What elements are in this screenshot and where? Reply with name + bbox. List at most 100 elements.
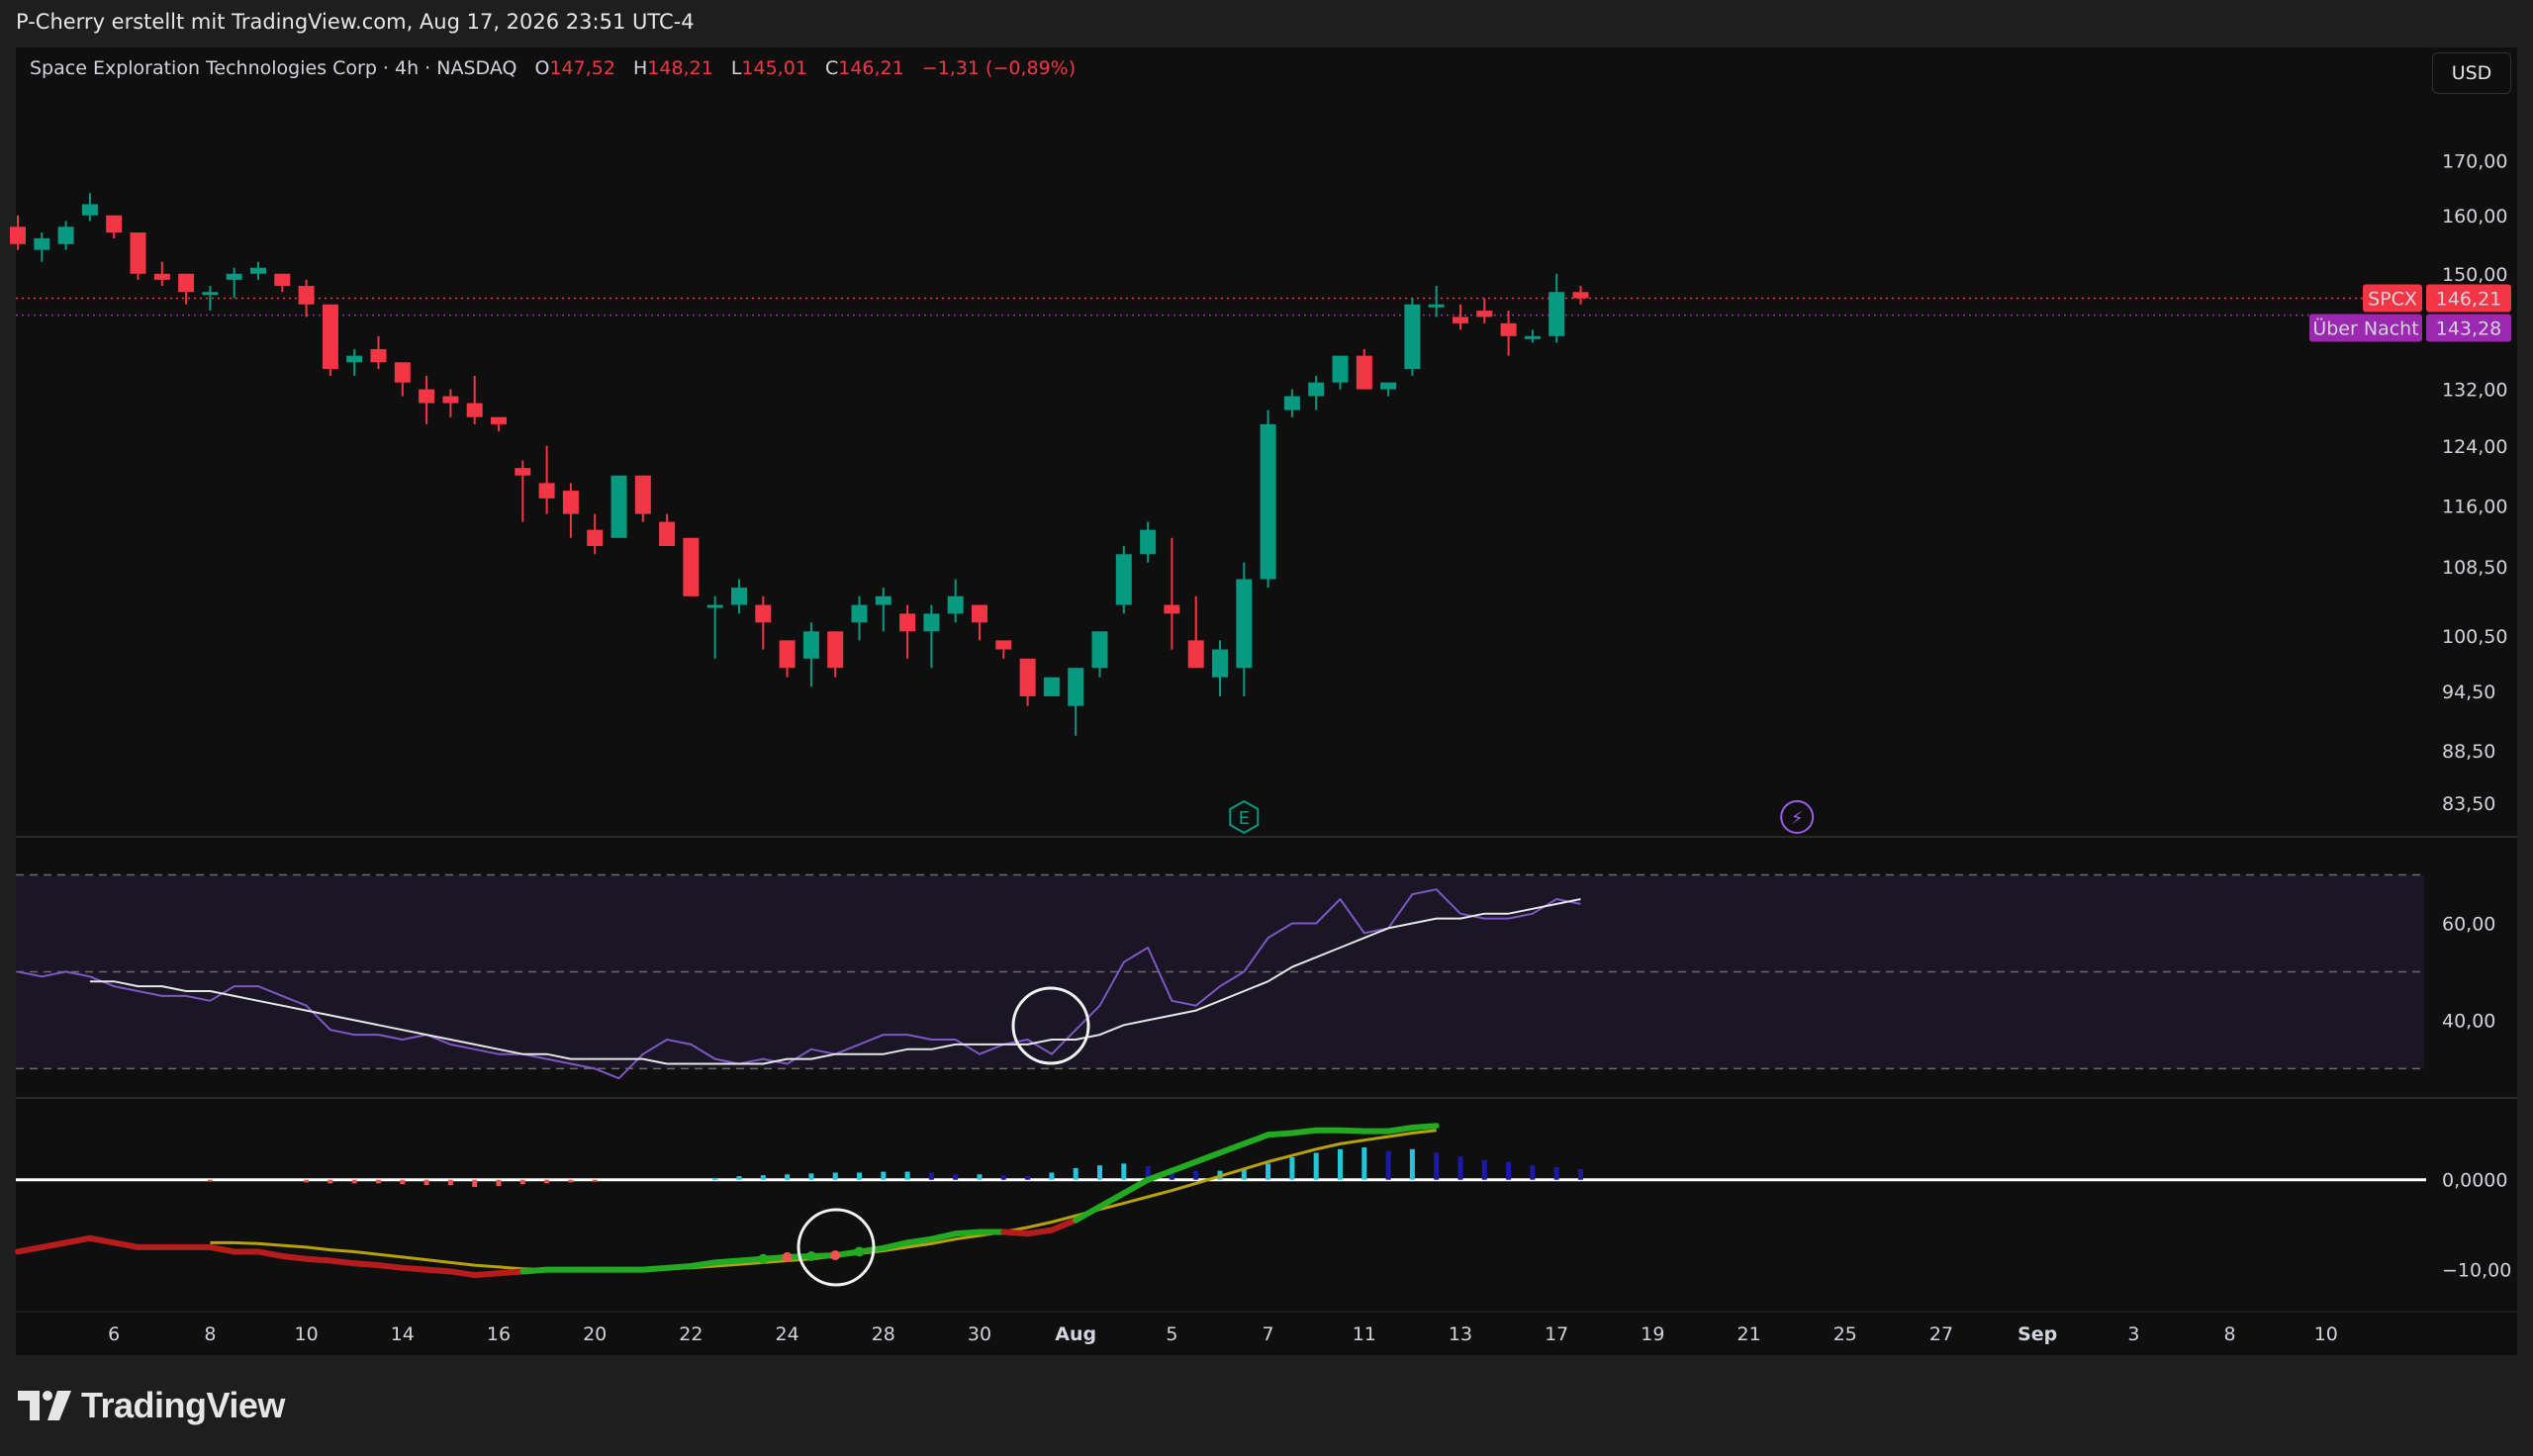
candle-body xyxy=(1043,677,1060,696)
candle-body xyxy=(683,537,700,596)
candle-body xyxy=(370,348,387,363)
macd-histogram-bar xyxy=(1434,1152,1440,1180)
candle-body xyxy=(274,273,291,287)
price-tick-label: 170,00 xyxy=(2442,150,2507,172)
macd-histogram-bar xyxy=(1289,1157,1295,1180)
macd-histogram-bar xyxy=(1578,1168,1583,1180)
macd-histogram-bar xyxy=(304,1179,310,1183)
overnight-tag-label: Über Nacht xyxy=(2312,317,2418,339)
candle-body xyxy=(659,521,676,546)
price-tick-label: 132,00 xyxy=(2442,380,2507,402)
candle-body xyxy=(419,389,435,404)
macd-tick-label: 0,0000 xyxy=(2442,1170,2507,1192)
macd-histogram-bar xyxy=(1193,1170,1199,1180)
time-tick-label: 8 xyxy=(204,1323,216,1345)
macd-histogram-bar xyxy=(928,1172,934,1180)
macd-histogram-bar xyxy=(376,1179,381,1184)
time-tick-label: 5 xyxy=(1166,1323,1177,1345)
earnings-icon: E xyxy=(1229,799,1260,835)
candle-body xyxy=(1572,292,1589,299)
bottom-bar xyxy=(0,1355,2533,1456)
candle-body xyxy=(34,237,50,250)
candle-body xyxy=(538,483,555,499)
macd-line-segment xyxy=(496,1268,526,1277)
candle-body xyxy=(875,595,891,605)
time-tick-label: 10 xyxy=(295,1323,319,1345)
candle-body xyxy=(731,588,747,605)
macd-line-segment xyxy=(375,1262,406,1271)
time-tick-label: Sep xyxy=(2017,1323,2057,1345)
currency-button[interactable]: USD xyxy=(2432,52,2511,94)
chart-canvas[interactable]: 170,00 160,00 150,00 132,00 124,00 116,00 108,… xyxy=(0,0,2533,1456)
macd-cross-dot xyxy=(830,1250,841,1261)
candle-body xyxy=(972,604,987,623)
candle-body xyxy=(106,215,123,233)
macd-histogram-bar xyxy=(472,1179,478,1187)
macd-histogram-bar xyxy=(351,1179,357,1184)
candle-body xyxy=(1500,322,1517,336)
candle-body xyxy=(1068,668,1084,706)
macd-histogram-bar xyxy=(881,1171,887,1180)
price-tick-label: 124,00 xyxy=(2442,436,2507,458)
candle-body xyxy=(1019,658,1036,696)
macd-line-segment xyxy=(15,1243,46,1255)
time-tick-label: Aug xyxy=(1055,1323,1096,1345)
macd-line-segment xyxy=(904,1235,935,1246)
time-tick-label: 3 xyxy=(2127,1323,2139,1345)
macd-line-segment xyxy=(86,1234,118,1246)
macd-line-segment xyxy=(1241,1132,1271,1147)
last-price-tag-value: 146,21 xyxy=(2436,288,2501,310)
candle-body xyxy=(1115,554,1132,605)
candle-body xyxy=(706,604,723,608)
lightning-icon: ⚡ xyxy=(1780,800,1815,834)
time-tick-label: 27 xyxy=(1929,1323,1953,1345)
macd-line-segment xyxy=(327,1257,358,1267)
macd-histogram-bar xyxy=(1553,1167,1559,1180)
price-tick-label: 94,50 xyxy=(2442,682,2495,703)
macd-histogram-bar xyxy=(1000,1175,1006,1180)
macd-cross-dot xyxy=(782,1251,793,1262)
macd-histogram-bar xyxy=(1266,1163,1271,1180)
candle-body xyxy=(394,362,411,383)
macd-histogram-bar xyxy=(496,1179,502,1187)
highlight-circle-macd xyxy=(797,1208,876,1287)
close-value: 146,21 xyxy=(838,57,904,79)
macd-histogram-bar xyxy=(977,1174,983,1180)
lightning-icon-glyph: ⚡ xyxy=(1791,808,1804,829)
macd-histogram-bar xyxy=(519,1179,525,1185)
macd-line-segment xyxy=(688,1259,718,1269)
time-tick-label: 20 xyxy=(583,1323,607,1345)
candle-body xyxy=(130,232,146,274)
macd-line-segment xyxy=(1385,1125,1416,1135)
candle-body xyxy=(923,613,940,632)
macd-line-segment xyxy=(1169,1158,1199,1174)
candle-body xyxy=(515,468,531,476)
time-tick-label: 28 xyxy=(872,1323,895,1345)
macd-histogram-bar xyxy=(857,1172,862,1180)
tradingview-logo[interactable]: TradingView xyxy=(18,1384,285,1427)
macd-cross-dot xyxy=(758,1253,769,1264)
candle-body xyxy=(491,416,507,424)
time-tick-label: 14 xyxy=(391,1323,415,1345)
high-value: 148,21 xyxy=(647,57,713,79)
macd-line-segment xyxy=(471,1270,502,1279)
time-tick-label: 21 xyxy=(1737,1323,1761,1345)
macd-line-segment xyxy=(1192,1149,1223,1165)
macd-histogram-bar xyxy=(1530,1165,1536,1180)
candle-body xyxy=(226,273,242,280)
overnight-tag-value: 143,28 xyxy=(2436,318,2501,339)
symbol-description[interactable]: Space Exploration Technologies Corp · 4h… xyxy=(30,57,516,79)
price-tick-label: 83,50 xyxy=(2442,793,2495,815)
macd-line-segment xyxy=(1120,1176,1152,1197)
macd-histogram-bar xyxy=(1361,1147,1367,1180)
candle-body xyxy=(995,640,1012,650)
ohlc-legend: Space Exploration Technologies Corp · 4h… xyxy=(30,57,1076,79)
macd-line-segment xyxy=(711,1257,742,1266)
candle-body xyxy=(1236,579,1253,669)
candle-body xyxy=(442,396,459,404)
macd-histogram-bar xyxy=(1338,1148,1343,1180)
candle-body xyxy=(298,286,315,305)
candle-body xyxy=(610,475,627,538)
macd-histogram-bar xyxy=(423,1179,429,1186)
macd-histogram-bar xyxy=(808,1173,814,1180)
